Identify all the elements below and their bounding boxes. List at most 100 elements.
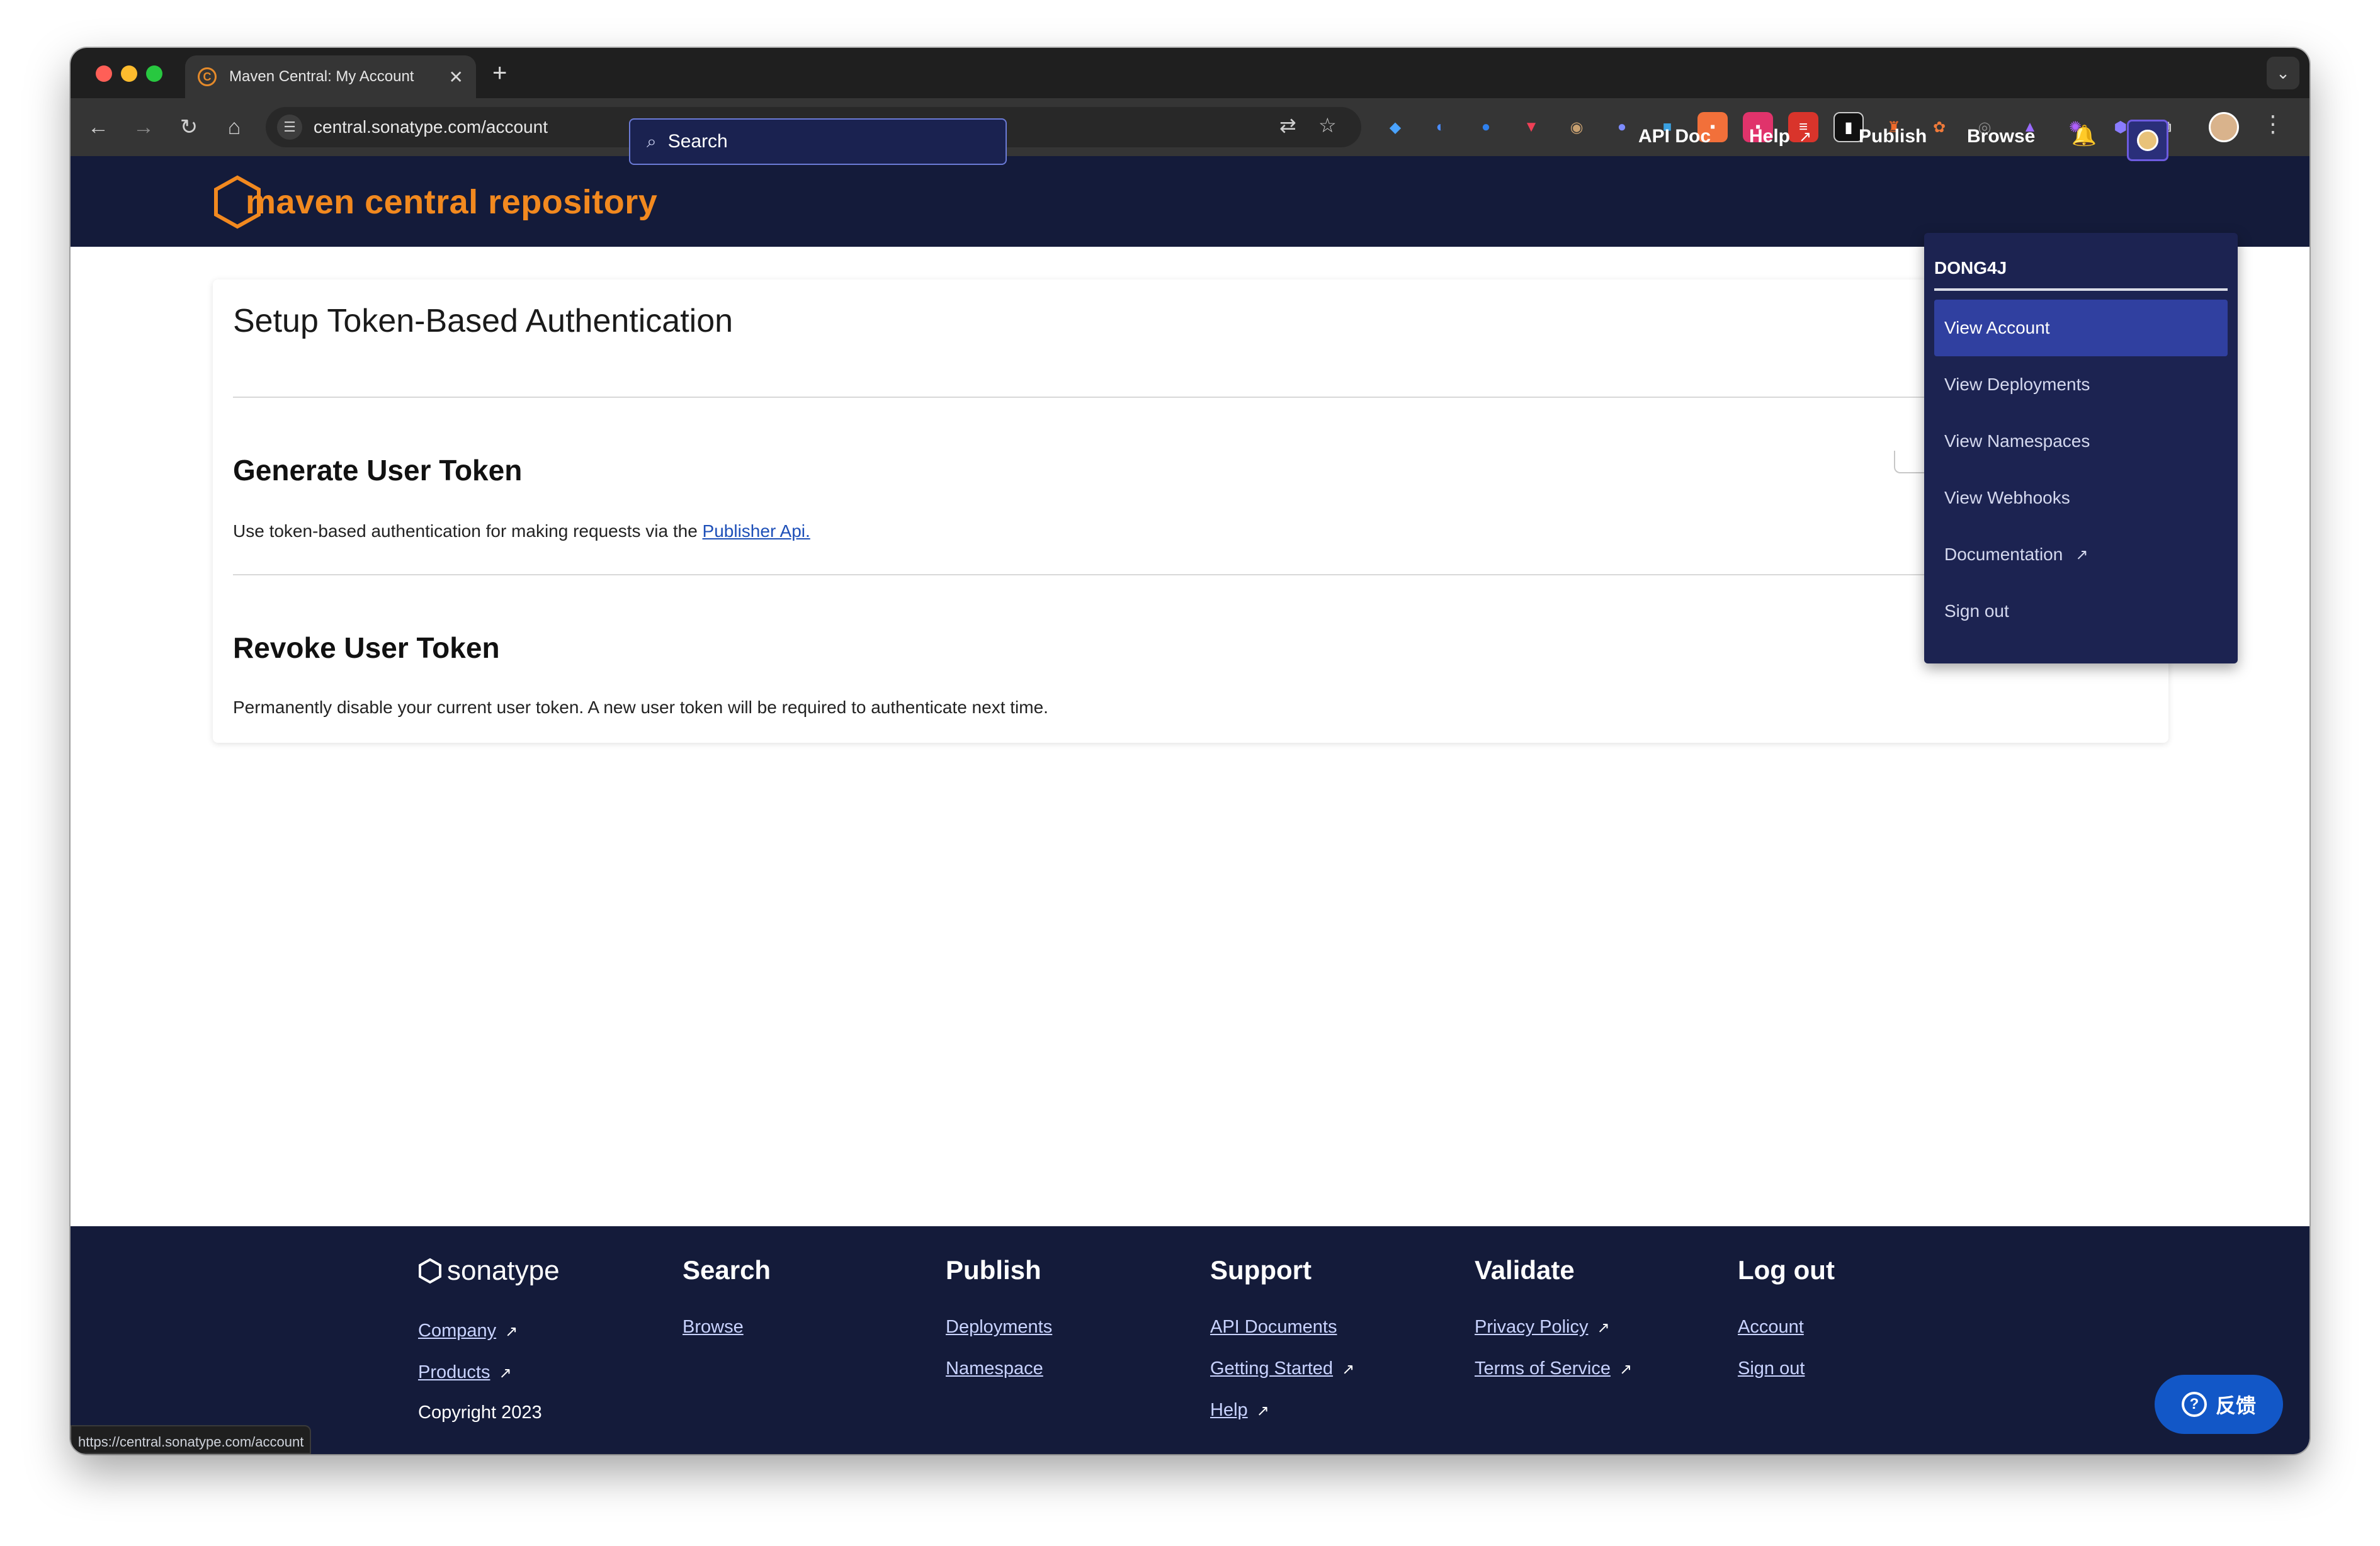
forward-arrow-icon[interactable]: →	[128, 112, 159, 142]
tab-strip: C Maven Central: My Account ✕ + ⌄	[71, 48, 2309, 98]
search-icon: ⌕	[647, 131, 657, 151]
menu-item-view-webhooks[interactable]: View Webhooks	[1934, 470, 2228, 526]
footer-namespace-link[interactable]: Namespace	[946, 1358, 1043, 1379]
footer-publish-title: Publish	[946, 1255, 1041, 1285]
nav-api-doc[interactable]: API Doc	[1638, 126, 1711, 147]
generate-token-text: Use token-based authentication for makin…	[233, 521, 703, 541]
menu-item-view-deployments[interactable]: View Deployments	[1934, 356, 2228, 413]
sync-extension-icon[interactable]: ◐	[1425, 112, 1456, 142]
external-link-icon: ↗	[1799, 128, 1812, 145]
help-circle-icon: ?	[2181, 1392, 2207, 1417]
nav-browse[interactable]: Browse	[1967, 126, 2035, 147]
external-link-icon: ↗	[1597, 1319, 1610, 1336]
bookmark-star-icon[interactable]: ☆	[1318, 113, 1337, 137]
browser-menu-icon[interactable]: ⋮	[2262, 111, 2284, 137]
new-tab-button[interactable]: +	[492, 59, 507, 87]
copyright: Copyright 2023	[418, 1402, 542, 1423]
home-icon[interactable]: ⌂	[219, 112, 249, 142]
reload-icon[interactable]: ↻	[174, 112, 204, 142]
page-title: Setup Token-Based Authentication	[233, 303, 734, 339]
help-label: Help	[1210, 1400, 1248, 1420]
footer-products-link[interactable]: Products ↗	[418, 1362, 512, 1383]
footer-terms-link[interactable]: Terms of Service ↗	[1475, 1358, 1632, 1379]
c-extension-icon[interactable]: ●	[1471, 112, 1501, 142]
footer-account-link[interactable]: Account	[1738, 1317, 1804, 1338]
footer-privacy-policy-link[interactable]: Privacy Policy ↗	[1475, 1317, 1610, 1338]
divider	[233, 574, 1933, 575]
sonatype-logo[interactable]: sonatype	[418, 1255, 560, 1287]
flower-extension-icon[interactable]: ✿	[1924, 112, 1954, 142]
sonatype-brand-text: sonatype	[447, 1255, 560, 1286]
search-placeholder: Search	[667, 131, 728, 152]
browser-window: C Maven Central: My Account ✕ + ⌄ ← → ↻ …	[71, 48, 2309, 1454]
menu-item-documentation[interactable]: Documentation ↗	[1934, 526, 2228, 583]
gem-extension-icon[interactable]: ◆	[1380, 112, 1410, 142]
close-tab-icon[interactable]: ✕	[449, 67, 463, 87]
maven-logo[interactable]: maven central repository	[213, 175, 657, 229]
nav-help[interactable]: Help ↗	[1749, 126, 1811, 147]
footer-deployments-link[interactable]: Deployments	[946, 1317, 1052, 1338]
back-arrow-icon[interactable]: ←	[83, 112, 113, 142]
terms-label: Terms of Service	[1475, 1358, 1611, 1379]
footer-company-link[interactable]: Company ↗	[418, 1321, 518, 1341]
footer-getting-started-link[interactable]: Getting Started ↗	[1210, 1358, 1354, 1379]
generate-token-heading: Generate User Token	[233, 454, 523, 487]
products-label: Products	[418, 1362, 490, 1382]
getting-started-label: Getting Started	[1210, 1358, 1334, 1379]
footer-support-title: Support	[1210, 1255, 1312, 1285]
revoke-token-heading: Revoke User Token	[233, 631, 500, 664]
nav-help-label: Help	[1749, 126, 1791, 147]
browser-tab[interactable]: C Maven Central: My Account ✕	[185, 55, 476, 98]
token-auth-card: Setup Token-Based Authentication Generat…	[213, 279, 2168, 743]
footer-sign-out-link[interactable]: Sign out	[1738, 1358, 1805, 1379]
status-bar-url: https://central.sonatype.com/account	[71, 1425, 312, 1454]
footer-browse-link[interactable]: Browse	[683, 1317, 744, 1338]
tab-search-button[interactable]: ⌄	[2267, 57, 2299, 89]
notification-bell-icon[interactable]: 🔔	[2071, 123, 2097, 147]
menu-item-view-namespaces[interactable]: View Namespaces	[1934, 413, 2228, 470]
dropdown-divider	[1934, 288, 2228, 291]
privacy-policy-label: Privacy Policy	[1475, 1317, 1589, 1337]
user-avatar	[2137, 130, 2158, 151]
pocket-icon[interactable]: ▼	[1516, 112, 1546, 142]
account-dropdown-menu: DONG4J View Account View Deployments Vie…	[1924, 233, 2238, 663]
footer-logout-title: Log out	[1738, 1255, 1835, 1285]
menu-item-view-account[interactable]: View Account	[1934, 300, 2228, 356]
external-link-icon: ↗	[505, 1323, 518, 1340]
account-menu-button[interactable]	[2127, 120, 2168, 161]
revoke-token-description: Permanently disable your current user to…	[233, 697, 1048, 717]
logo-text: maven central repository	[246, 183, 658, 221]
maximize-window-button[interactable]	[146, 65, 162, 82]
site-settings-icon[interactable]: ☰	[277, 115, 302, 140]
tab-title: Maven Central: My Account	[229, 68, 414, 85]
footer-api-documents-link[interactable]: API Documents	[1210, 1317, 1337, 1338]
nav-publish[interactable]: Publish	[1859, 126, 1927, 147]
generate-token-description: Use token-based authentication for makin…	[233, 521, 810, 541]
minimize-window-button[interactable]	[121, 65, 137, 82]
feedback-label: 反馈	[2215, 1394, 2256, 1417]
profile-avatar-icon[interactable]	[2209, 112, 2239, 142]
external-link-icon: ↗	[2075, 546, 2088, 563]
company-label: Company	[418, 1321, 497, 1341]
divider	[233, 397, 1933, 398]
header-search-input[interactable]: ⌕ Search	[629, 118, 1007, 165]
address-url[interactable]: central.sonatype.com/account	[314, 117, 548, 137]
external-link-icon: ↗	[499, 1365, 512, 1382]
documentation-label: Documentation	[1944, 544, 2063, 564]
maven-favicon-icon: C	[198, 67, 217, 86]
feedback-button[interactable]: ? 反馈	[2155, 1375, 2283, 1434]
site-footer: sonatype Company ↗ Products ↗ Copyright 20…	[71, 1226, 2309, 1454]
external-link-icon: ↗	[1619, 1361, 1633, 1378]
menu-item-sign-out[interactable]: Sign out	[1934, 583, 2228, 640]
dropdown-username: DONG4J	[1934, 258, 2007, 278]
external-link-icon: ↗	[1256, 1402, 1269, 1419]
bot-extension-icon[interactable]: ●	[1607, 112, 1637, 142]
sonatype-hexagon-icon	[419, 1258, 441, 1284]
publisher-api-link[interactable]: Publisher Api.	[703, 521, 810, 541]
footer-search-title: Search	[683, 1255, 771, 1285]
close-window-button[interactable]	[96, 65, 112, 82]
owl-extension-icon[interactable]: ◉	[1561, 112, 1592, 142]
translate-icon[interactable]: ⇄	[1279, 113, 1296, 137]
footer-help-link[interactable]: Help ↗	[1210, 1400, 1269, 1421]
footer-validate-title: Validate	[1475, 1255, 1575, 1285]
